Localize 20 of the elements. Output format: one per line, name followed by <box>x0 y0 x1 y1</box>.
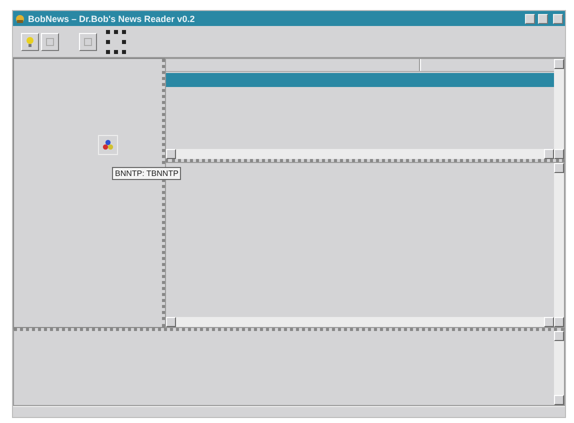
component-icon <box>102 139 114 151</box>
document-icon <box>45 36 55 46</box>
maximize-button[interactable] <box>538 14 548 24</box>
lightbulb-icon <box>25 36 35 48</box>
close-button[interactable] <box>553 14 563 24</box>
scrollbar[interactable] <box>554 59 564 159</box>
toolbar-button[interactable] <box>21 32 39 50</box>
minimize-button[interactable] <box>525 14 535 24</box>
scrollbar[interactable] <box>554 331 564 405</box>
scrollbar[interactable] <box>554 163 564 327</box>
component-button[interactable] <box>98 135 118 155</box>
app-icon <box>15 14 25 24</box>
scrollbar[interactable] <box>166 317 554 327</box>
document-icon <box>83 36 93 46</box>
window-title: BobNews – Dr.Bob's News Reader v0.2 <box>28 14 196 24</box>
selection-handles-icon <box>105 28 127 54</box>
toolbar-button[interactable] <box>41 32 59 50</box>
scrollbar[interactable] <box>166 149 554 159</box>
toolbar-button[interactable] <box>79 32 97 50</box>
component-tooltip: BNNTP: TBNNTP <box>112 167 182 180</box>
